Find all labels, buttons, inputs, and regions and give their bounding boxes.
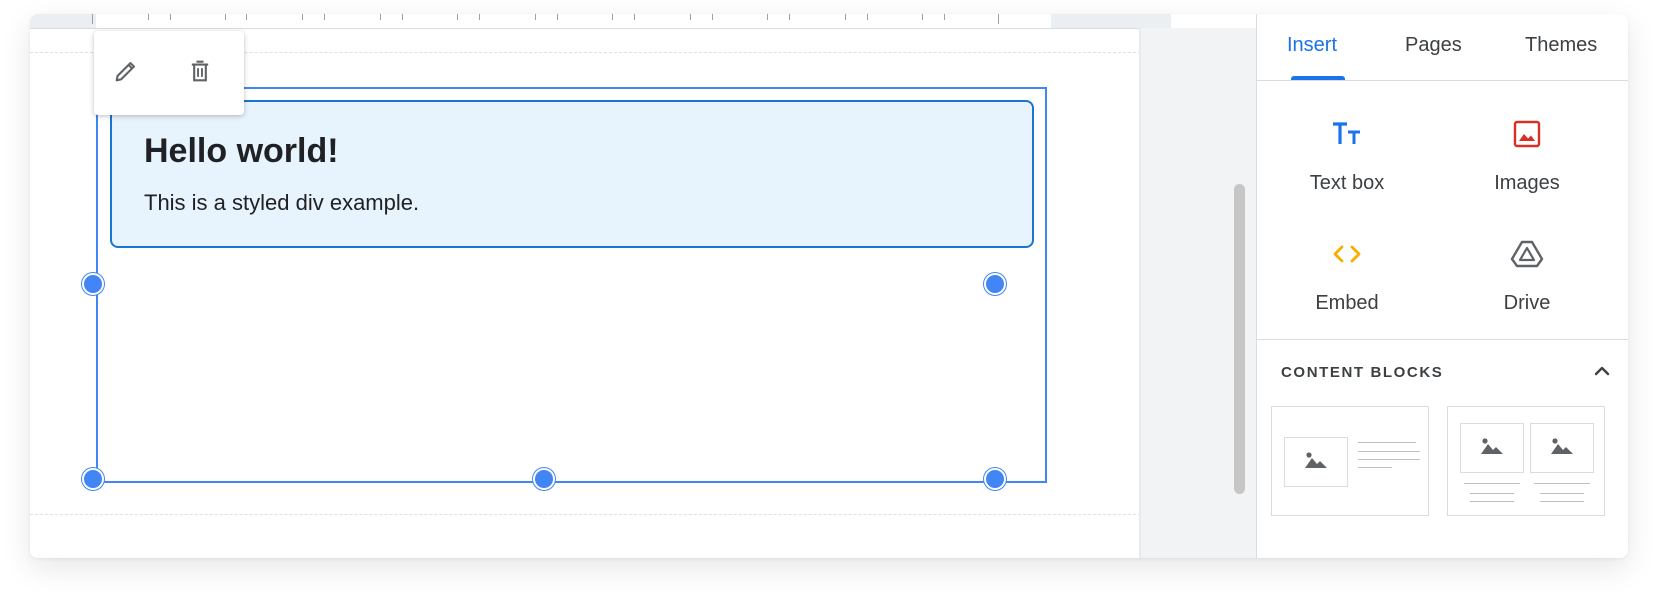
- content-blocks-title: CONTENT BLOCKS: [1281, 364, 1444, 381]
- insert-text-box-label: Text box: [1309, 172, 1385, 194]
- insert-drive-label: Drive: [1503, 292, 1551, 314]
- resize-handle-left[interactable]: [82, 273, 104, 295]
- insert-embed-label: Embed: [1315, 292, 1379, 314]
- collapse-content-blocks-button[interactable]: [1587, 358, 1617, 388]
- panel-tabs: Insert Pages Themes: [1257, 14, 1628, 81]
- edit-button[interactable]: [106, 53, 146, 93]
- chevron-up-icon: [1591, 360, 1613, 387]
- resize-handle-bottom[interactable]: [533, 468, 555, 490]
- element-toolbar: [94, 31, 244, 115]
- page-edge: [1139, 28, 1141, 558]
- div-heading: Hello world!: [144, 132, 339, 170]
- vertical-scrollbar[interactable]: [1234, 184, 1245, 494]
- editor-canvas[interactable]: Hello world! This is a styled div exampl…: [30, 14, 1256, 558]
- resize-handle-bottom-left[interactable]: [82, 468, 104, 490]
- text-box-icon: [1257, 114, 1437, 154]
- resize-handle-right[interactable]: [984, 273, 1006, 295]
- div-body-text: This is a styled div example.: [144, 190, 420, 215]
- active-tab-indicator: [1291, 76, 1345, 80]
- delete-button[interactable]: [180, 53, 220, 93]
- insert-embed[interactable]: Embed: [1257, 234, 1437, 334]
- image-placeholder-icon: [1551, 438, 1573, 454]
- image-placeholder: [1460, 423, 1524, 473]
- embedded-styled-div[interactable]: Hello world! This is a styled div exampl…: [110, 100, 1034, 248]
- insert-drive[interactable]: Drive: [1437, 234, 1617, 334]
- page-guide-bottom: [30, 514, 1141, 515]
- tab-pages[interactable]: Pages: [1405, 34, 1462, 57]
- image-placeholder: [1530, 423, 1594, 473]
- image-icon: [1437, 114, 1617, 154]
- tab-themes[interactable]: Themes: [1525, 34, 1597, 57]
- content-block-image-text[interactable]: [1271, 406, 1429, 516]
- tab-insert[interactable]: Insert: [1287, 34, 1337, 57]
- insert-images[interactable]: Images: [1437, 114, 1617, 214]
- insert-images-label: Images: [1494, 172, 1560, 194]
- image-placeholder-icon: [1481, 438, 1503, 454]
- image-placeholder-icon: [1305, 452, 1327, 468]
- horizontal-ruler: [30, 14, 1171, 29]
- insert-text-box[interactable]: Text box: [1257, 114, 1437, 214]
- panel-divider: [1257, 339, 1628, 340]
- pencil-icon: [112, 57, 140, 90]
- resize-handle-bottom-right[interactable]: [984, 468, 1006, 490]
- content-block-two-images[interactable]: [1447, 406, 1605, 516]
- sites-editor-window: Hello world! This is a styled div exampl…: [30, 14, 1628, 558]
- embed-code-icon: [1257, 234, 1437, 274]
- drive-icon: [1437, 234, 1617, 274]
- image-placeholder: [1284, 437, 1348, 487]
- trash-icon: [186, 57, 214, 90]
- insert-side-panel: Insert Pages Themes Text box Images Embe…: [1256, 14, 1628, 558]
